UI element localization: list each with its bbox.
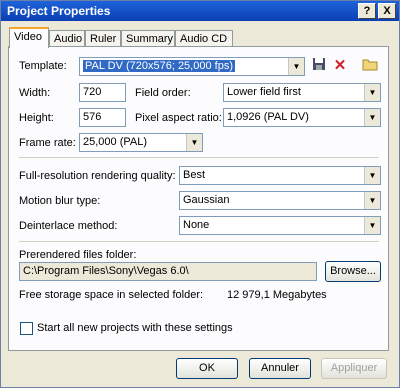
- free-space-label: Free storage space in selected folder:: [19, 289, 204, 301]
- tab-ruler[interactable]: Ruler: [85, 30, 121, 47]
- frame-rate-value: 25,000 (PAL): [83, 136, 148, 148]
- template-value: PAL DV (720x576; 25,000 fps): [83, 60, 235, 72]
- field-order-value: Lower field first: [227, 86, 301, 98]
- deinterlace-label: Deinterlace method:: [19, 220, 118, 232]
- close-button[interactable]: X: [378, 3, 396, 19]
- ok-button[interactable]: OK: [176, 358, 238, 379]
- help-button[interactable]: ?: [358, 3, 376, 19]
- pixel-aspect-label: Pixel aspect ratio:: [135, 112, 222, 124]
- height-input[interactable]: 576: [79, 108, 126, 127]
- folder-icon[interactable]: [361, 57, 379, 75]
- dialog-window: Project Properties ? X Video Audio Ruler…: [0, 0, 400, 388]
- height-label: Height:: [19, 112, 54, 124]
- field-order-combo[interactable]: Lower field first ▼: [223, 83, 381, 102]
- render-quality-combo[interactable]: Best ▼: [179, 166, 381, 185]
- deinterlace-combo[interactable]: None ▼: [179, 216, 381, 235]
- frame-rate-combo[interactable]: 25,000 (PAL) ▼: [79, 133, 203, 152]
- chevron-down-icon: ▼: [364, 192, 380, 209]
- save-icon[interactable]: [310, 57, 328, 75]
- video-panel: Template: PAL DV (720x576; 25,000 fps) ▼…: [8, 46, 389, 351]
- window-title: Project Properties: [7, 4, 111, 18]
- field-order-label: Field order:: [135, 87, 191, 99]
- chevron-down-icon: ▼: [186, 134, 202, 151]
- width-label: Width:: [19, 87, 51, 99]
- render-quality-label: Full-resolution rendering quality:: [19, 170, 176, 182]
- pixel-aspect-value: 1,0926 (PAL DV): [227, 111, 309, 123]
- tab-audio[interactable]: Audio: [49, 30, 85, 47]
- browse-button[interactable]: Browse...: [325, 261, 381, 282]
- free-space-value: 12 979,1 Megabytes: [227, 289, 327, 301]
- chevron-down-icon: ▼: [364, 217, 380, 234]
- chevron-down-icon: ▼: [364, 167, 380, 184]
- prerendered-label: Prerendered files folder:: [19, 249, 137, 261]
- width-input[interactable]: 720: [79, 83, 126, 102]
- motion-blur-value: Gaussian: [183, 194, 230, 206]
- separator: [19, 241, 379, 242]
- separator: [19, 157, 379, 158]
- motion-blur-combo[interactable]: Gaussian ▼: [179, 191, 381, 210]
- tab-audio-cd[interactable]: Audio CD: [175, 30, 233, 47]
- deinterlace-value: None: [183, 219, 210, 231]
- render-quality-value: Best: [183, 169, 206, 181]
- frame-rate-label: Frame rate:: [19, 137, 76, 149]
- pixel-aspect-combo[interactable]: 1,0926 (PAL DV) ▼: [223, 108, 381, 127]
- prerendered-path-field[interactable]: C:\Program Files\Sony\Vegas 6.0\: [19, 262, 317, 281]
- template-label: Template:: [19, 60, 67, 72]
- chevron-down-icon: ▼: [364, 84, 380, 101]
- template-combo[interactable]: PAL DV (720x576; 25,000 fps) ▼: [79, 57, 305, 76]
- tab-summary[interactable]: Summary: [121, 30, 175, 47]
- chevron-down-icon: ▼: [364, 109, 380, 126]
- motion-blur-label: Motion blur type:: [19, 195, 101, 207]
- title-bar[interactable]: Project Properties ? X: [1, 1, 399, 21]
- delete-icon[interactable]: ✕: [331, 57, 349, 75]
- apply-button[interactable]: Appliquer: [321, 358, 387, 379]
- cancel-button[interactable]: Annuler: [249, 358, 311, 379]
- chevron-down-icon: ▼: [288, 58, 304, 75]
- tab-video[interactable]: Video: [9, 27, 49, 48]
- start-all-checkbox[interactable]: [20, 322, 33, 335]
- start-all-label[interactable]: Start all new projects with these settin…: [37, 322, 233, 334]
